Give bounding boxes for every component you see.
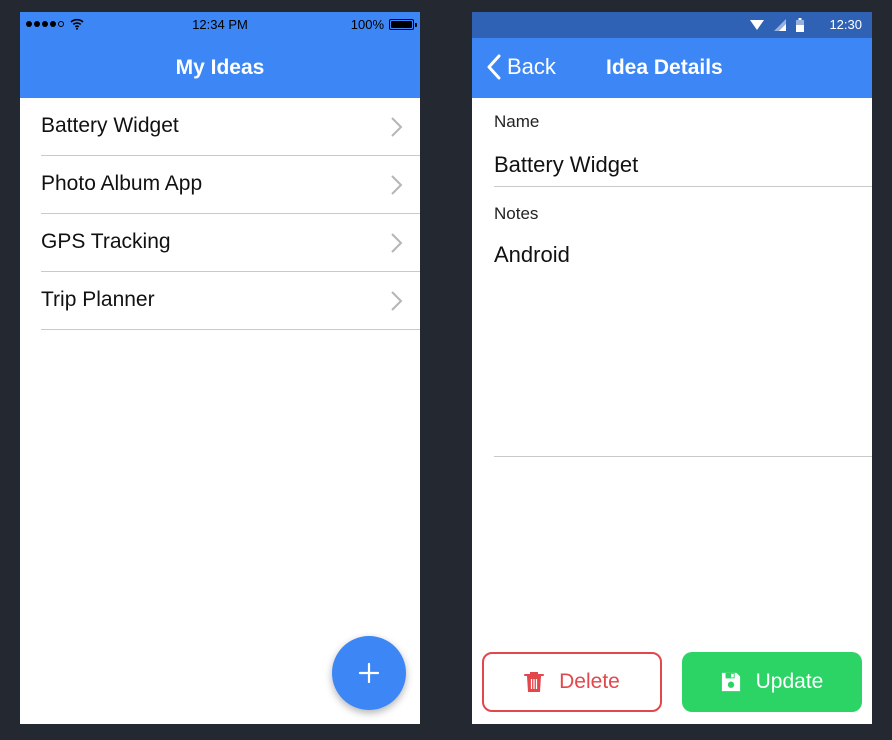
signal-icon: [774, 19, 786, 31]
list-item[interactable]: GPS Tracking: [41, 214, 420, 272]
delete-button[interactable]: Delete: [482, 652, 662, 712]
name-field[interactable]: Battery Widget: [494, 140, 872, 187]
name-label: Name: [494, 112, 540, 131]
navigation-bar: My Ideas: [20, 38, 420, 98]
battery-percent: 100%: [350, 17, 384, 32]
back-label: Back: [507, 54, 556, 79]
navigation-bar: Back Idea Details: [472, 38, 872, 98]
ios-status-bar: 12:34 PM 100%: [20, 12, 420, 38]
chevron-right-icon: [391, 175, 403, 195]
back-chevron-icon: [487, 54, 501, 80]
plus-icon: [358, 662, 380, 684]
android-status-bar: 12:30: [472, 12, 872, 38]
ios-screen: 12:34 PM 100% My Ideas Battery Widget Ph…: [20, 12, 420, 724]
battery-icon: [389, 19, 417, 30]
list-item-label: Battery Widget: [41, 114, 179, 137]
chevron-right-icon: [391, 233, 403, 253]
add-idea-button[interactable]: [332, 636, 406, 710]
wifi-icon: [750, 20, 764, 30]
delete-label: Delete: [559, 670, 620, 693]
list-item[interactable]: Photo Album App: [41, 156, 420, 214]
status-time: 12:30: [829, 17, 862, 32]
update-label: Update: [755, 670, 824, 693]
list-item-label: Photo Album App: [41, 172, 203, 195]
list-item-label: Trip Planner: [41, 288, 155, 311]
ideas-list: Battery Widget Photo Album App GPS Track…: [20, 98, 420, 330]
back-button[interactable]: Back: [486, 54, 556, 80]
list-item[interactable]: Battery Widget: [41, 98, 420, 156]
chevron-right-icon: [391, 291, 403, 311]
battery-icon: [796, 18, 804, 32]
list-item[interactable]: Trip Planner: [41, 272, 420, 330]
android-screen: 12:30 Back Idea Details Name Battery Wid…: [472, 12, 872, 724]
list-item-label: GPS Tracking: [41, 230, 171, 253]
update-button[interactable]: Update: [682, 652, 862, 712]
save-icon: [721, 672, 740, 692]
chevron-right-icon: [391, 117, 403, 137]
notes-field[interactable]: Android: [494, 232, 872, 457]
page-title: My Ideas: [175, 56, 265, 79]
trash-icon: [524, 672, 545, 692]
notes-label: Notes: [494, 204, 539, 223]
page-title: Idea Details: [606, 56, 723, 79]
